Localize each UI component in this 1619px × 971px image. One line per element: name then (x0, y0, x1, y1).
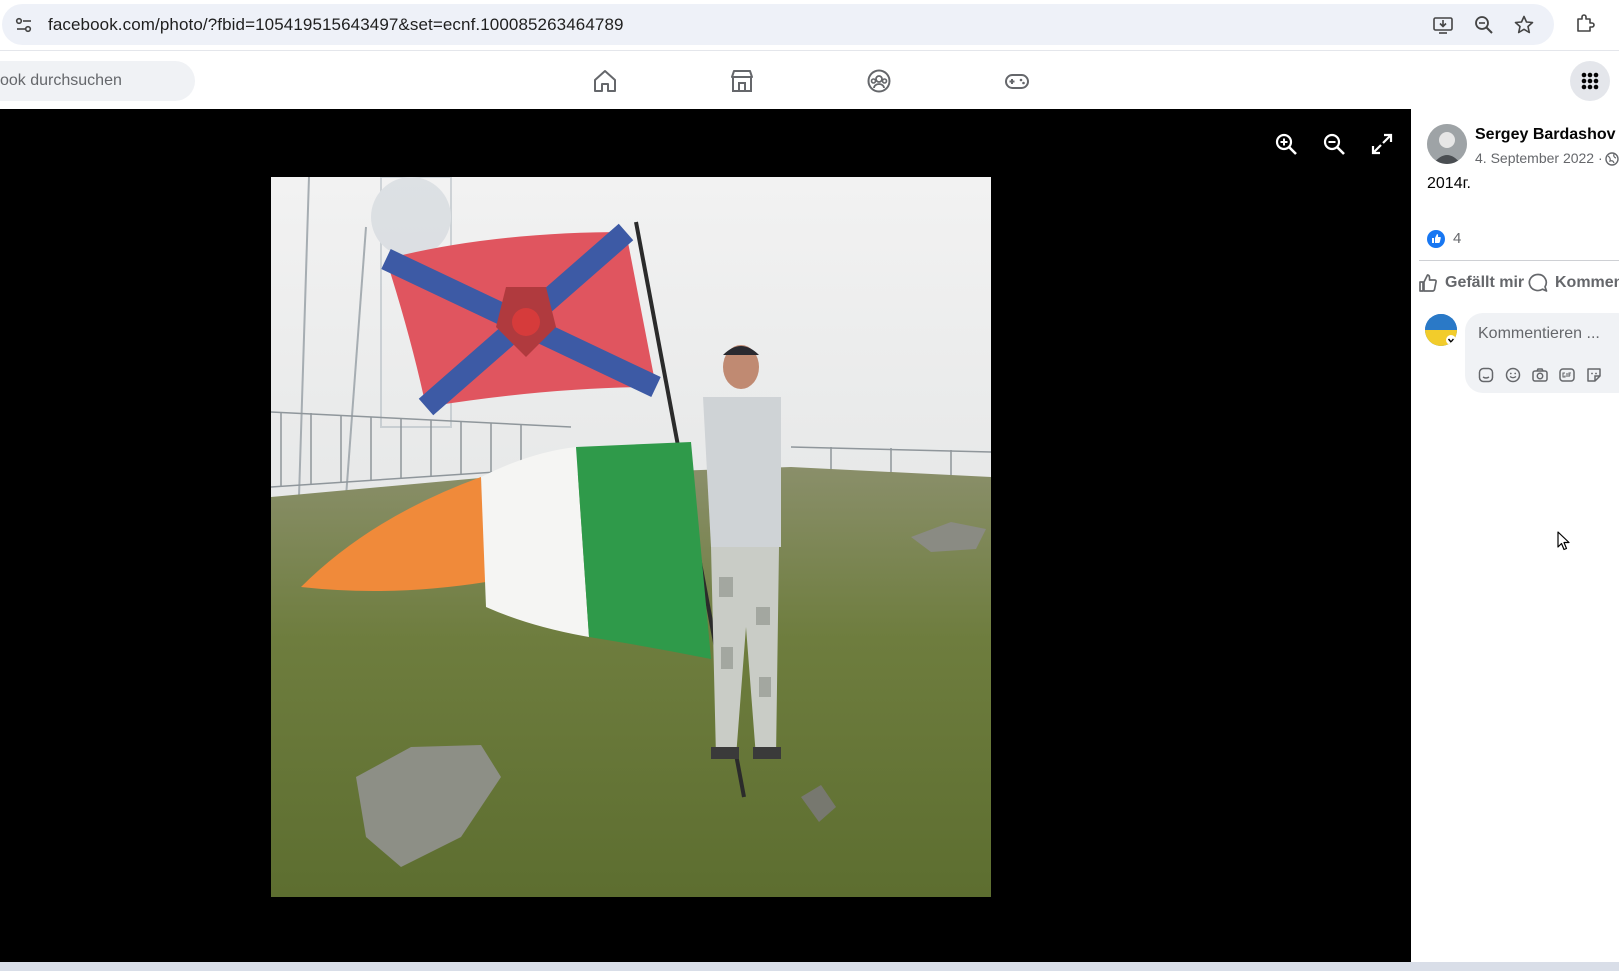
thumbs-up-outline-icon (1419, 274, 1437, 292)
zoom-in-icon[interactable] (1273, 131, 1299, 157)
photo-illustration (271, 177, 991, 897)
extensions-icon[interactable] (1574, 12, 1596, 34)
avatar-image (1427, 124, 1467, 164)
taskbar-edge (0, 962, 1619, 971)
comment-input[interactable]: Kommentieren ... (1465, 313, 1619, 393)
url-text[interactable]: facebook.com/photo/?fbid=105419515643497… (48, 15, 624, 35)
author-avatar[interactable] (1427, 124, 1467, 164)
author-name[interactable]: Sergey Bardashov (1475, 126, 1616, 144)
post-details-panel: Sergey Bardashov 4. September 2022 · 201… (1411, 109, 1619, 962)
menu-grid-icon (1581, 72, 1599, 90)
like-reaction-icon[interactable] (1427, 230, 1445, 248)
like-button[interactable]: Gefällt mir (1417, 269, 1524, 297)
menu-button[interactable] (1570, 61, 1610, 101)
home-icon[interactable] (592, 68, 618, 94)
screen: facebook.com/photo/?fbid=105419515643497… (0, 0, 1619, 971)
current-user-avatar[interactable] (1425, 314, 1457, 346)
like-label: Gefällt mir (1445, 274, 1525, 291)
sticker-avatar-icon[interactable] (1477, 366, 1495, 384)
comment-placeholder: Kommentieren ... (1478, 325, 1600, 342)
camera-icon[interactable] (1531, 366, 1549, 384)
mouse-cursor-icon (1557, 531, 1570, 551)
groups-icon[interactable] (866, 68, 892, 94)
site-info-icon[interactable] (14, 15, 34, 35)
install-app-icon[interactable] (1432, 14, 1454, 36)
photo-viewer (0, 109, 1411, 962)
zoom-icon[interactable] (1473, 14, 1495, 36)
facebook-search-input[interactable]: ook durchsuchen (0, 61, 195, 101)
gaming-icon[interactable] (1004, 68, 1030, 94)
bookmark-star-icon[interactable] (1513, 14, 1535, 36)
comment-label: Kommen (1555, 274, 1619, 291)
thumbs-up-icon (1432, 234, 1441, 243)
post-date[interactable]: 4. September 2022 · (1475, 150, 1603, 166)
like-count[interactable]: 4 (1453, 230, 1461, 247)
comment-bubble-icon (1528, 273, 1548, 292)
search-placeholder: ook durchsuchen (0, 72, 122, 89)
current-user-avatar-image (1425, 314, 1457, 346)
gif-icon[interactable] (1558, 366, 1576, 384)
globe-icon (1605, 152, 1619, 166)
fullscreen-icon[interactable] (1369, 131, 1395, 157)
post-text: 2014г. (1427, 175, 1471, 192)
post-photo[interactable] (271, 177, 991, 897)
divider (1419, 260, 1619, 261)
comment-button[interactable]: Kommen (1527, 269, 1619, 297)
sticker-icon[interactable] (1585, 366, 1603, 384)
emoji-icon[interactable] (1504, 366, 1522, 384)
zoom-out-icon[interactable] (1321, 131, 1347, 157)
browser-toolbar: facebook.com/photo/?fbid=105419515643497… (0, 0, 1619, 50)
facebook-top-nav: ook durchsuchen (0, 50, 1619, 109)
marketplace-icon[interactable] (729, 68, 755, 94)
address-bar[interactable]: facebook.com/photo/?fbid=105419515643497… (2, 4, 1554, 45)
